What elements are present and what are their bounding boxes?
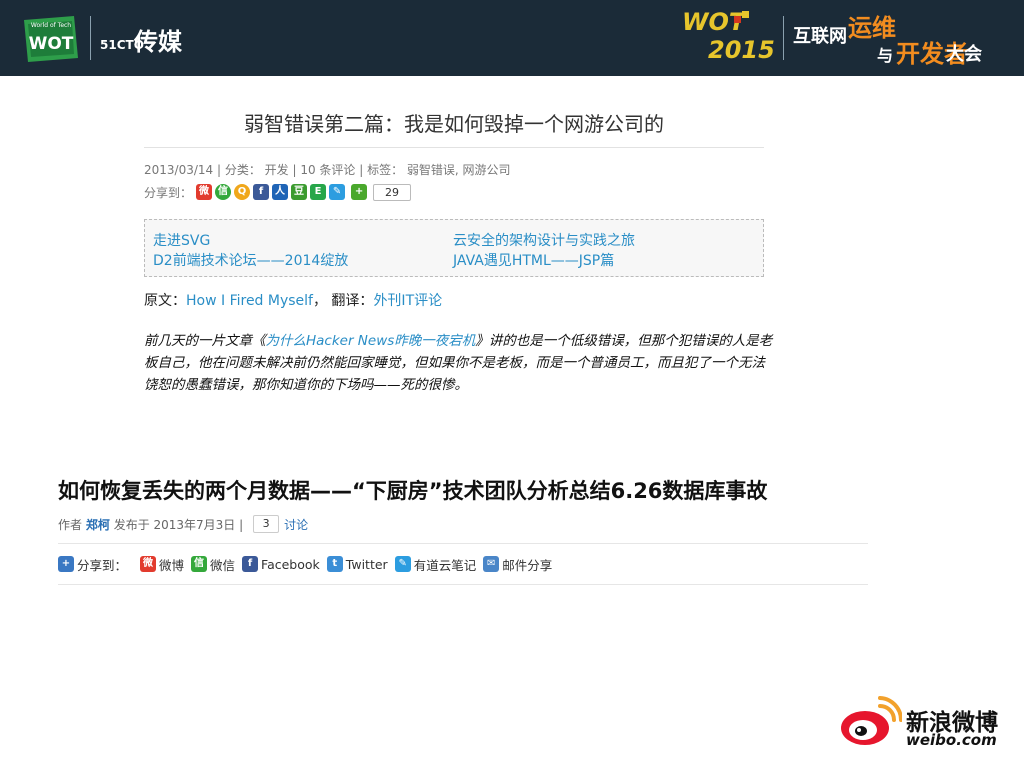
wot-logo-text: WOT: [29, 34, 74, 54]
share-facebook[interactable]: f Facebook: [242, 556, 320, 572]
article-meta: 作者 郑柯 发布于 2013年7月3日 | 3 讨论: [58, 514, 308, 534]
author-link[interactable]: 郑柯: [86, 516, 110, 533]
source-label: 原文：: [144, 293, 186, 309]
divider: [58, 584, 868, 585]
weibo-logo-icon: [841, 696, 902, 745]
related-link[interactable]: D2前端技术论坛——2014绽放: [153, 250, 348, 270]
article-title: 如何恢复丢失的两个月数据——“下厨房”技术团队分析总结6.26数据库事故: [58, 479, 768, 503]
wot2015-logo: WOT 2015: [682, 8, 778, 66]
youdao-note-icon[interactable]: ✎: [329, 184, 346, 200]
share-email[interactable]: ✉ 邮件分享: [483, 555, 552, 574]
source-line: 原文：How I Fired Myself， 翻译：外刊IT评论: [144, 290, 442, 310]
mail-icon: ✉: [483, 556, 500, 572]
wot2015-line2: 2015: [708, 36, 775, 64]
wechat-icon: 信: [191, 556, 208, 572]
share-count: 29: [373, 183, 412, 201]
share-bar: 分享到： 微 信 Q f 人 豆 E ✎ + 29: [144, 183, 412, 201]
conference-title-part: 大会: [946, 44, 982, 65]
publish-date: 发布于 2013年7月3日 |: [113, 517, 244, 532]
share-youdao[interactable]: ✎ 有道云笔记: [394, 555, 477, 574]
conference-banner: World of Tech WOT 51CTO 传媒 WOT 2015 互联网 …: [0, 0, 1024, 76]
share-to-button[interactable]: + 分享到：: [58, 555, 127, 574]
weibo-icon: 微: [140, 556, 157, 572]
twitter-icon: t: [326, 556, 343, 572]
share-bar: + 分享到： 微 微博 信 微信 f Facebook t Twitter ✎ …: [58, 554, 559, 574]
wot-square-mark: [742, 11, 749, 18]
intro-text: 前几天的一片文章《: [144, 333, 266, 349]
wechat-icon[interactable]: 信: [215, 184, 232, 200]
discuss-link[interactable]: 讨论: [284, 516, 308, 533]
article-intro: 前几天的一片文章《为什么Hacker News昨晚一夜宕机》讲的也是一个低级错误…: [144, 330, 774, 396]
divider: [144, 147, 764, 148]
translate-label: ， 翻译：: [312, 293, 374, 309]
article-meta: 2013/03/14 | 分类： 开发 | 10 条评论 | 标签： 弱智错误,…: [144, 163, 511, 177]
related-link[interactable]: JAVA遇见HTML——JSP篇: [453, 250, 614, 270]
share-item-label: 微信: [210, 557, 236, 573]
banner-divider: [783, 16, 784, 60]
share-item-label: Facebook: [261, 556, 320, 572]
renren-icon[interactable]: 人: [272, 184, 289, 200]
share-item-label: 邮件分享: [502, 557, 553, 573]
comment-count[interactable]: 3: [253, 515, 280, 533]
divider: [58, 543, 868, 544]
media-brand: 传媒: [134, 27, 182, 56]
share-item-label: 有道云笔记: [413, 557, 477, 573]
share-weibo[interactable]: 微 微博: [140, 555, 184, 574]
related-links-box: 走进SVG 云安全的架构设计与实践之旅 D2前端技术论坛——2014绽放 JAV…: [144, 219, 764, 277]
evernote-icon[interactable]: E: [310, 184, 327, 200]
conference-title-part: 运维: [848, 14, 896, 42]
plus-icon: +: [58, 556, 74, 572]
related-link[interactable]: 走进SVG: [153, 230, 210, 250]
facebook-icon[interactable]: f: [253, 184, 270, 200]
author-label: 作者: [58, 517, 83, 532]
wot-logo: World of Tech WOT: [24, 16, 78, 62]
share-twitter[interactable]: t Twitter: [326, 556, 388, 572]
wot-square-mark: [734, 16, 741, 23]
wot-logo-small-text: World of Tech: [31, 22, 71, 29]
intro-link[interactable]: 为什么Hacker News昨晚一夜宕机: [266, 333, 476, 349]
share-item-label: Twitter: [345, 556, 388, 572]
share-label: 分享到：: [77, 557, 128, 573]
weibo-icon[interactable]: 微: [196, 184, 213, 200]
conference-title-part: 互联网: [793, 26, 847, 47]
conference-title-part: 与: [877, 46, 894, 65]
related-link[interactable]: 云安全的架构设计与实践之旅: [453, 230, 635, 250]
more-share-icon[interactable]: +: [351, 184, 368, 200]
facebook-icon: f: [242, 556, 259, 572]
banner-divider: [90, 16, 91, 60]
share-wechat[interactable]: 信 微信: [191, 555, 235, 574]
share-item-label: 微博: [159, 557, 185, 573]
source-link[interactable]: How I Fired Myself: [186, 293, 313, 309]
weibo-brand-url: weibo.com: [906, 731, 997, 749]
article-title: 弱智错误第二篇：我是如何毁掉一个网游公司的: [244, 112, 664, 136]
douban-icon[interactable]: 豆: [291, 184, 308, 200]
youdao-note-icon: ✎: [394, 556, 411, 572]
share-label: 分享到：: [144, 185, 193, 200]
qzone-icon[interactable]: Q: [234, 184, 251, 200]
translate-link[interactable]: 外刊IT评论: [373, 293, 442, 309]
